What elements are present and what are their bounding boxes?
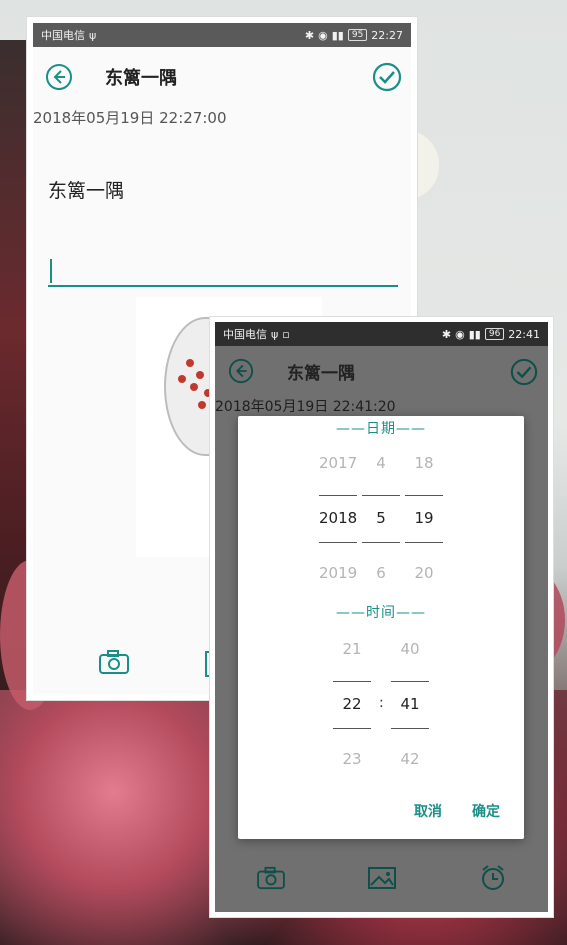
image-icon[interactable] xyxy=(367,866,397,894)
back-icon[interactable] xyxy=(43,61,75,93)
minute-option[interactable]: 40 xyxy=(391,622,429,677)
month-option[interactable]: 6 xyxy=(362,546,400,601)
carrier-label: 中国电信 xyxy=(41,29,85,42)
signal-icon: ▮▮ xyxy=(331,28,344,42)
year-option[interactable]: 2019 xyxy=(319,546,357,601)
dialog-actions: 取消 确定 xyxy=(414,801,500,821)
confirm-button[interactable]: 确定 xyxy=(472,801,500,821)
status-bar: 中国电信 ψ ✱ ◉ ▮▮ 95 22:27 xyxy=(33,23,411,47)
status-time: 22:41 xyxy=(508,327,540,341)
page-title: 东篱一隅 xyxy=(287,363,355,384)
app-bar: 东篱一隅 xyxy=(33,47,411,107)
date-section-label: ——日期—— xyxy=(336,421,426,437)
hour-selected[interactable]: 22 xyxy=(333,677,371,732)
status-time: 22:27 xyxy=(371,28,403,42)
year-selected[interactable]: 2018 xyxy=(319,491,357,546)
battery-indicator: 95 xyxy=(347,29,368,41)
day-option[interactable]: 18 xyxy=(405,436,443,491)
day-option[interactable]: 20 xyxy=(405,546,443,601)
screenshot-2: 中国电信 ψ ▫ ✱ ◉ ▮▮ 96 22:41 东篱一隅 2018年05月19… xyxy=(210,317,553,917)
note-title[interactable]: 东篱一隅 xyxy=(48,176,411,203)
day-selected[interactable]: 19 xyxy=(405,491,443,546)
bluetooth-icon: ✱ xyxy=(304,28,315,42)
time-separator: : xyxy=(379,695,384,711)
usb-icon: ψ xyxy=(89,28,97,42)
back-icon[interactable] xyxy=(225,355,257,387)
battery-indicator: 96 xyxy=(484,328,505,340)
hour-option[interactable]: 21 xyxy=(333,622,371,677)
check-icon[interactable] xyxy=(508,356,540,388)
cancel-button[interactable]: 取消 xyxy=(414,801,442,821)
time-section-label: ——时间—— xyxy=(336,605,426,621)
camera-icon[interactable] xyxy=(98,649,130,679)
eye-icon: ◉ xyxy=(318,28,328,42)
hour-option[interactable]: 23 xyxy=(333,732,371,787)
alarm-icon[interactable] xyxy=(479,864,507,896)
bottom-toolbar xyxy=(215,847,548,912)
note-datetime: 2018年05月19日 22:41:20 xyxy=(215,399,396,415)
eye-icon: ◉ xyxy=(455,327,465,341)
page-title: 东篱一隅 xyxy=(105,68,177,89)
day-wheel[interactable]: 18 19 20 xyxy=(405,436,443,601)
text-cursor xyxy=(50,259,52,283)
note-datetime: 2018年05月19日 22:27:00 xyxy=(33,109,227,127)
month-selected[interactable]: 5 xyxy=(362,491,400,546)
lock-icon: ▫ xyxy=(282,327,290,341)
check-icon[interactable] xyxy=(371,61,403,93)
hour-wheel[interactable]: 21 22 23 xyxy=(333,622,371,787)
month-wheel[interactable]: 4 5 6 xyxy=(362,436,400,601)
signal-icon: ▮▮ xyxy=(468,327,481,341)
carrier-label: 中国电信 xyxy=(223,328,267,341)
bluetooth-icon: ✱ xyxy=(441,327,452,341)
app-bar: 东篱一隅 xyxy=(215,346,548,396)
minute-wheel[interactable]: 40 41 42 xyxy=(391,622,429,787)
minute-option[interactable]: 42 xyxy=(391,732,429,787)
note-body-input[interactable] xyxy=(48,255,398,287)
usb-icon: ψ xyxy=(271,327,279,341)
datetime-picker-dialog: ——日期—— 2017 2018 2019 4 5 6 18 19 20 ——时… xyxy=(238,416,524,839)
minute-selected[interactable]: 41 xyxy=(391,677,429,732)
camera-icon[interactable] xyxy=(256,866,286,894)
status-bar: 中国电信 ψ ▫ ✱ ◉ ▮▮ 96 22:41 xyxy=(215,322,548,346)
month-option[interactable]: 4 xyxy=(362,436,400,491)
year-option[interactable]: 2017 xyxy=(319,436,357,491)
year-wheel[interactable]: 2017 2018 2019 xyxy=(319,436,357,601)
